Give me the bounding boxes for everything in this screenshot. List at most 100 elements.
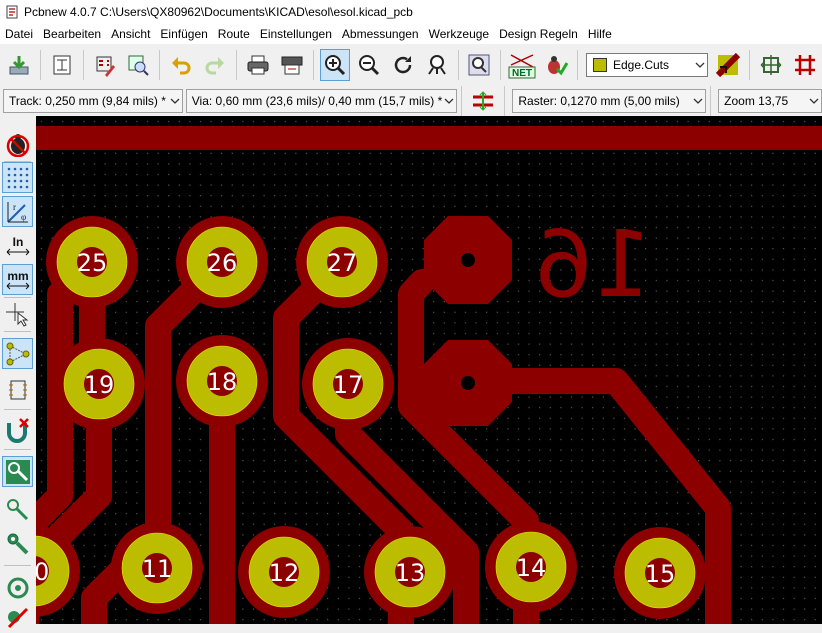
menu-design-regeln[interactable]: Design Regeln: [494, 24, 583, 44]
zoom-value: Zoom 13,75: [724, 94, 789, 108]
redraw-button[interactable]: [388, 49, 418, 81]
delete-track-icon: [6, 417, 29, 443]
show-ratsnest-button[interactable]: [2, 338, 33, 369]
footprint-viewer-icon: [128, 55, 150, 76]
toolbar-separator: [236, 50, 238, 80]
zoom-in-icon: [324, 55, 345, 76]
toolbar-separator: [504, 86, 506, 116]
pad-hole: [461, 376, 475, 390]
toolbar-separator: [159, 50, 161, 80]
via-size-select[interactable]: Via: 0,60 mm (23,6 mils)/ 0,40 mm (15,7 …: [185, 89, 458, 113]
pad-hole: [461, 253, 475, 267]
module-ratsnest-button[interactable]: [2, 374, 33, 405]
pad-number: 26: [207, 249, 238, 277]
pad-17[interactable]: 17: [302, 338, 394, 430]
layer-pair-button[interactable]: [714, 49, 744, 81]
high-contrast-button[interactable]: [2, 602, 33, 633]
pad-12[interactable]: 12: [238, 526, 330, 618]
menu-ansicht[interactable]: Ansicht: [106, 24, 155, 44]
drc-button[interactable]: [541, 49, 571, 81]
toolbar-separator: [577, 50, 578, 80]
show-vias-sketch-button[interactable]: [2, 528, 33, 559]
options-bar: Track: 0,250 mm (9,84 mils) * Via: 0,60 …: [0, 86, 822, 116]
pad-19[interactable]: 19: [53, 338, 145, 430]
pad-number: 27: [327, 249, 358, 277]
pad-13[interactable]: 13: [364, 526, 456, 618]
pad-15[interactable]: 15: [614, 527, 706, 619]
redo-button[interactable]: [200, 49, 230, 81]
zoom-auto-button[interactable]: [422, 49, 452, 81]
auto-track-width-button[interactable]: [468, 88, 498, 114]
read-netlist-button[interactable]: NET: [507, 49, 537, 81]
toolbar-separator: [312, 50, 314, 80]
menu-abmessungen[interactable]: Abmessungen: [337, 24, 424, 44]
pad-14[interactable]: 14: [485, 521, 577, 613]
window-title: Pcbnew 4.0.7 C:\Users\QX80962\Documents\…: [24, 5, 413, 19]
zone-icon: [7, 577, 28, 598]
menu-einfuegen[interactable]: Einfügen: [155, 24, 212, 44]
track-width-value: Track: 0,250 mm (9,84 mils) *: [9, 94, 166, 108]
show-zones-button[interactable]: [2, 572, 33, 603]
drc-bug-icon: [548, 56, 569, 76]
polar-coords-button[interactable]: rφ: [2, 196, 33, 227]
plot-button[interactable]: [277, 49, 307, 81]
toolbar-separator: [82, 50, 84, 80]
show-pads-sketch-button[interactable]: [2, 456, 33, 487]
pad-27[interactable]: 27: [296, 216, 388, 308]
chevron-down-icon: [442, 90, 456, 112]
netlist-label: NET: [512, 68, 532, 79]
units-mm-button[interactable]: mm: [2, 264, 33, 295]
pad-number: 10: [36, 558, 49, 586]
layer-selector[interactable]: Edge.Cuts: [585, 53, 708, 77]
track-width-select[interactable]: Track: 0,250 mm (9,84 mils) *: [3, 89, 183, 113]
zoom-out-button[interactable]: [354, 49, 384, 81]
menu-hilfe[interactable]: Hilfe: [583, 24, 617, 44]
footprint-viewer-button[interactable]: [124, 49, 154, 81]
pad-25[interactable]: 25: [46, 216, 138, 308]
via-sketch-icon: [7, 533, 28, 554]
chevron-down-icon: [807, 90, 821, 112]
print-button[interactable]: [243, 49, 273, 81]
ratsnest-icon: [6, 342, 29, 365]
zoom-in-button[interactable]: [319, 49, 350, 81]
toolbar-separator: [457, 50, 459, 80]
page-settings-icon: [53, 55, 71, 75]
footprint-mode-button[interactable]: [756, 49, 786, 81]
pcb-canvas[interactable]: 16 25 26 27 19 18 17 0 11 12 13 14 15: [36, 116, 822, 624]
footprint-editor-button[interactable]: [90, 49, 120, 81]
track-mode-button[interactable]: [790, 49, 820, 81]
pad-number: 19: [84, 371, 115, 399]
cursor-shape-button[interactable]: [2, 298, 33, 329]
inch-units-icon: In: [6, 235, 29, 255]
page-settings-button[interactable]: [47, 49, 77, 81]
mm-units-icon: mm: [6, 269, 29, 289]
menu-datei[interactable]: Datei: [0, 24, 38, 44]
save-board-button[interactable]: [4, 49, 34, 81]
pcb-drawing: 16 25 26 27 19 18 17 0 11 12 13 14 15: [36, 116, 822, 624]
pad-26[interactable]: 26: [176, 216, 268, 308]
pcbnew-app-icon: [6, 5, 18, 19]
units-inch-button[interactable]: In: [2, 230, 33, 261]
pad-sketch-icon: [5, 459, 30, 484]
pad-11[interactable]: 11: [111, 522, 203, 614]
layer-pair-icon: [716, 53, 741, 77]
chevron-down-icon: [693, 54, 707, 76]
grid-toggle-button[interactable]: [2, 162, 33, 193]
toolbar-separator: [749, 50, 751, 80]
menu-route[interactable]: Route: [213, 24, 255, 44]
drc-off-button[interactable]: [2, 128, 33, 159]
menu-werkzeuge[interactable]: Werkzeuge: [424, 24, 494, 44]
high-contrast-icon: [7, 607, 28, 628]
undo-button[interactable]: [166, 49, 196, 81]
menu-bearbeiten[interactable]: Bearbeiten: [38, 24, 106, 44]
title-bar: Pcbnew 4.0.7 C:\Users\QX80962\Documents\…: [0, 0, 822, 24]
show-tracks-sketch-button[interactable]: [2, 494, 33, 525]
pad-18[interactable]: 18: [176, 335, 268, 427]
zoom-select[interactable]: Zoom 13,75: [718, 89, 822, 113]
module-ratsnest-icon: [8, 380, 27, 399]
auto-delete-track-button[interactable]: [2, 414, 33, 445]
menu-einstellungen[interactable]: Einstellungen: [255, 24, 337, 44]
find-button[interactable]: [464, 49, 494, 81]
grid-select[interactable]: Raster: 0,1270 mm (5,00 mils): [512, 89, 707, 113]
toolbar-separator: [710, 86, 712, 116]
